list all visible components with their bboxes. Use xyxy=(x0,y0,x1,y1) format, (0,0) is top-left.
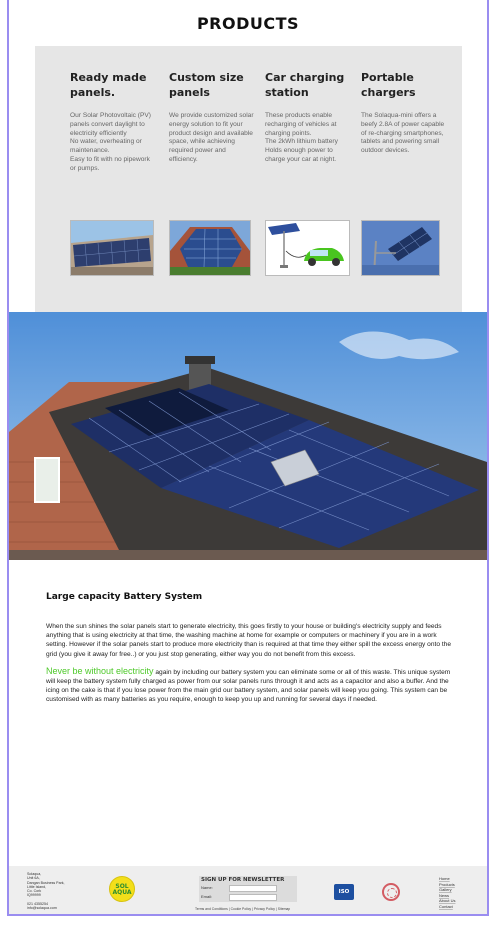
footer-nav-contact[interactable]: Contact xyxy=(439,904,455,910)
page-title: PRODUCTS xyxy=(196,14,300,33)
product-title: Ready made panels. xyxy=(70,71,147,99)
product-description: The Solaqua-mini offers a beefy 2.8A of … xyxy=(361,112,445,155)
iso-badge-icon: ISO xyxy=(334,884,354,900)
newsletter-title: SIGN UP FOR NEWSLETTER xyxy=(201,877,285,883)
product-custom-size: Custom size panels We provide customized… xyxy=(169,70,255,165)
certification-seal-icon xyxy=(382,883,400,901)
terms-link[interactable]: Terms and Conditions xyxy=(195,907,228,911)
products-panel: Ready made panels. Our Solar Photovoltai… xyxy=(35,46,462,312)
product-portable: Portable chargers The Solaqua-mini offer… xyxy=(361,70,447,156)
product-title: Custom size panels xyxy=(169,71,244,99)
solaqua-logo[interactable]: SOL AQUA xyxy=(109,876,135,902)
product-title: Portable chargers xyxy=(361,71,416,99)
article-highlight: Never be without electricity xyxy=(46,665,154,676)
newsletter-name-input[interactable] xyxy=(229,885,277,892)
email-label: Email: xyxy=(201,894,213,899)
footer-nav: Home Products Gallery News About Us Cont… xyxy=(439,876,455,910)
cookie-policy-link[interactable]: Cookie Policy xyxy=(231,907,252,911)
sitemap-link[interactable]: Sitemap xyxy=(278,907,290,911)
product-image-portable[interactable] xyxy=(361,220,440,276)
newsletter-email-input[interactable] xyxy=(229,894,277,901)
product-car-charging: Car charging station These products enab… xyxy=(265,70,351,165)
article-paragraph-2: Never be without electricity again by in… xyxy=(46,665,458,705)
name-label: Name: xyxy=(201,885,213,890)
product-title: Car charging station xyxy=(265,71,345,99)
newsletter-form: SIGN UP FOR NEWSLETTER Name: Email: xyxy=(199,876,297,902)
privacy-policy-link[interactable]: Privacy Policy xyxy=(254,907,275,911)
logo-text-bottom: AQUA xyxy=(112,889,132,896)
article-heading: Large capacity Battery System xyxy=(46,592,203,602)
product-description: These products enable recharging of vehi… xyxy=(265,112,338,163)
footer-address: Solaqua, Unit 6A, Dangan Business Park, … xyxy=(27,872,65,911)
footer: Solaqua, Unit 6A, Dangan Business Park, … xyxy=(9,866,487,914)
article-paragraph: When the sun shines the solar panels sta… xyxy=(46,623,451,658)
product-image-car-charging[interactable] xyxy=(265,220,350,276)
legal-links: Terms and Conditions | Cookie Policy | P… xyxy=(195,907,291,911)
product-ready-made: Ready made panels. Our Solar Photovoltai… xyxy=(70,70,156,174)
page-frame: PRODUCTS Ready made panels. Our Solar Ph… xyxy=(7,0,489,916)
battery-article: Large capacity Battery System When the s… xyxy=(46,592,458,705)
product-description: Our Solar Photovoltaic (PV) panels conve… xyxy=(70,112,151,172)
hero-image-solar-roof xyxy=(9,312,487,560)
product-description: We provide customized solar energy solut… xyxy=(169,112,254,163)
product-image-ready-made[interactable] xyxy=(70,220,154,276)
product-image-custom-size[interactable] xyxy=(169,220,251,276)
